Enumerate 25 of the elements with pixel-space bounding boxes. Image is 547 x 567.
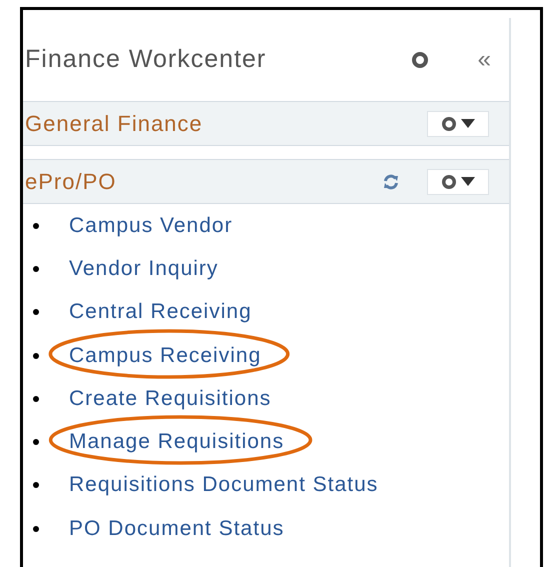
menu-link[interactable]: Campus Vendor — [69, 214, 233, 237]
menu-link[interactable]: Vendor Inquiry — [69, 256, 218, 280]
bullet — [33, 526, 39, 532]
bullet — [33, 439, 39, 446]
gear-icon — [442, 174, 456, 188]
panel-title: Finance Workcenter — [25, 45, 268, 74]
caret-icon — [460, 177, 474, 186]
bullet — [33, 482, 39, 488]
bullet — [33, 222, 39, 229]
gear-icon — [442, 116, 456, 130]
menu-link[interactable]: Create Requisitions — [69, 386, 272, 410]
actions-menu-button[interactable] — [427, 110, 489, 136]
menu-link[interactable]: Central Receiving — [69, 300, 252, 324]
menu-link[interactable]: PO Document Status — [69, 516, 284, 540]
caret-icon — [460, 119, 474, 128]
bullet — [33, 352, 39, 359]
bullet — [33, 266, 39, 272]
actions-menu-button[interactable] — [427, 168, 489, 194]
section-title[interactable]: General Finance — [25, 110, 427, 136]
collapse-button[interactable]: « — [478, 48, 491, 72]
bullet — [33, 396, 39, 402]
bullet — [33, 309, 39, 316]
menu-link[interactable]: Requisitions Document Status — [69, 473, 378, 496]
section-title[interactable]: ePro/PO — [25, 168, 383, 194]
refresh-icon[interactable] — [383, 174, 399, 190]
